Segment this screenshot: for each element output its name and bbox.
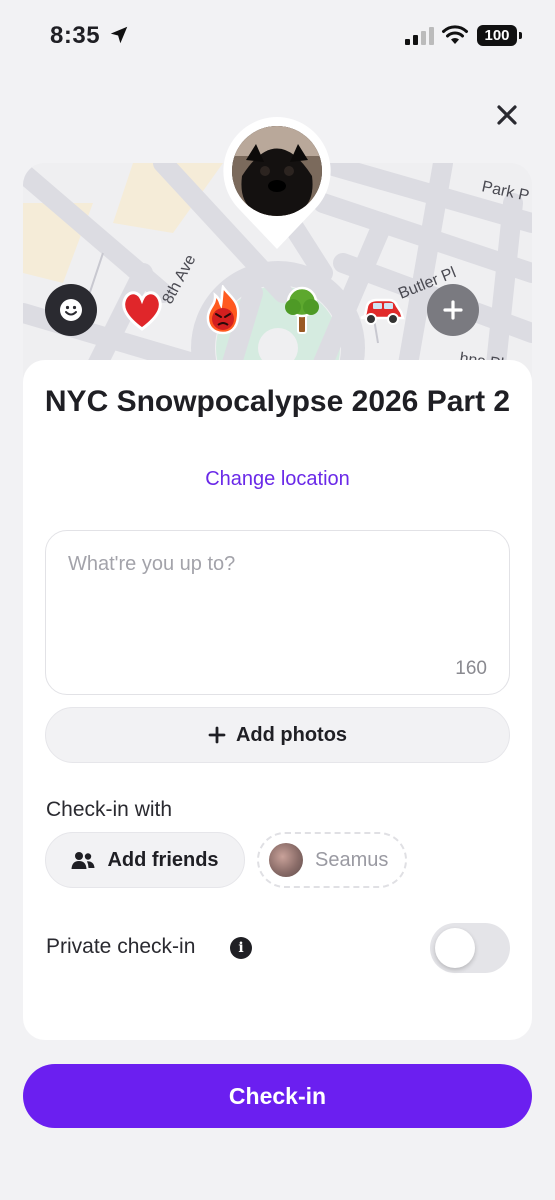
private-checkin-label: Private check-in	[46, 935, 196, 958]
tree-emoji-button[interactable]	[276, 284, 328, 336]
plus-icon	[443, 300, 463, 320]
friend-name: Seamus	[315, 848, 389, 871]
checkin-button[interactable]: Check-in	[23, 1064, 532, 1128]
emoji-picker-button[interactable]	[45, 284, 97, 336]
close-icon[interactable]	[494, 102, 520, 128]
people-icon	[71, 852, 95, 869]
friend-avatar	[269, 843, 303, 877]
wifi-icon	[442, 25, 468, 44]
character-counter: 160	[455, 658, 487, 679]
plus-icon	[208, 726, 226, 744]
checkin-card: NYC Snowpocalypse 2026 Part 2 Change loc…	[23, 360, 532, 1040]
add-photos-button[interactable]: Add photos	[45, 707, 510, 763]
toggle-knob	[435, 928, 475, 968]
tree-icon	[285, 286, 319, 334]
heart-emoji-button[interactable]	[116, 284, 168, 336]
car-emoji-button[interactable]	[356, 284, 408, 336]
info-icon[interactable]: i	[230, 937, 252, 959]
angry-fire-icon	[206, 285, 240, 335]
add-friends-label: Add friends	[107, 848, 219, 871]
fire-emoji-button[interactable]	[197, 284, 249, 336]
smiley-face-icon	[60, 299, 82, 321]
status-time: 8:35	[50, 22, 101, 49]
note-field[interactable]: 160	[45, 530, 510, 695]
red-heart-icon	[122, 291, 162, 331]
note-input[interactable]	[68, 553, 488, 653]
red-car-icon	[360, 298, 405, 325]
add-friends-button[interactable]: Add friends	[45, 832, 245, 888]
emoji-reaction-row	[0, 284, 555, 336]
user-avatar	[232, 126, 322, 216]
status-bar: 8:35 100	[0, 0, 555, 70]
add-emoji-button[interactable]	[427, 284, 479, 336]
battery-icon: 100	[477, 25, 522, 46]
location-title: NYC Snowpocalypse 2026 Part 2	[44, 385, 511, 418]
add-photos-label: Add photos	[235, 723, 348, 746]
checkin-with-label: Check-in with	[46, 798, 173, 821]
friend-chip[interactable]: Seamus	[257, 832, 407, 888]
change-location-link[interactable]: Change location	[23, 468, 532, 491]
location-pin	[221, 115, 333, 253]
cellular-signal-icon	[405, 27, 434, 45]
location-arrow-icon	[110, 26, 128, 44]
private-checkin-toggle[interactable]	[430, 923, 510, 973]
